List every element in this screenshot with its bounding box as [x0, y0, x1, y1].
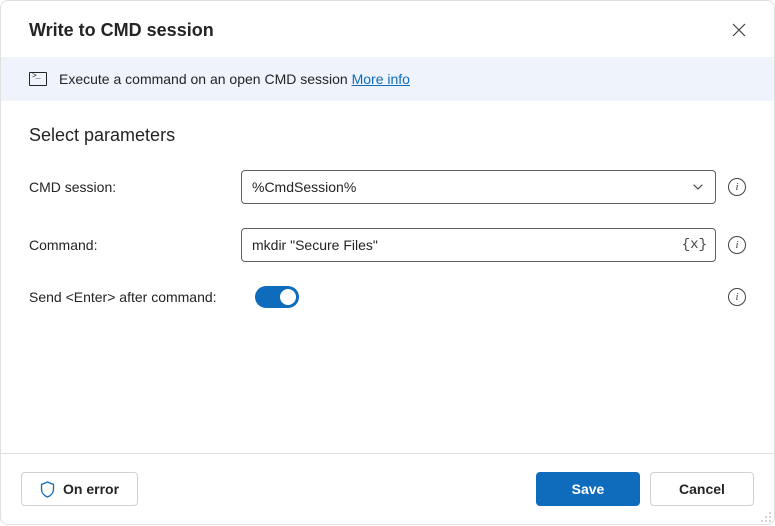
cmd-icon: [29, 72, 47, 86]
cmd-session-value: %CmdSession%: [252, 179, 356, 195]
on-error-button[interactable]: On error: [21, 472, 138, 506]
dialog-header: Write to CMD session: [1, 1, 774, 57]
info-banner: Execute a command on an open CMD session…: [1, 57, 774, 101]
cmd-session-row: CMD session: %CmdSession%: [29, 170, 746, 204]
shield-icon: [40, 481, 55, 498]
toggle-knob: [280, 289, 296, 305]
section-title: Select parameters: [29, 125, 746, 146]
on-error-label: On error: [63, 481, 119, 497]
save-label: Save: [572, 481, 605, 497]
send-enter-toggle[interactable]: [255, 286, 299, 308]
more-info-link[interactable]: More info: [352, 71, 410, 87]
cancel-button[interactable]: Cancel: [650, 472, 754, 506]
footer-actions: Save Cancel: [536, 472, 754, 506]
dialog-footer: On error Save Cancel: [1, 453, 774, 524]
send-enter-info-icon[interactable]: [728, 288, 746, 306]
banner-text: Execute a command on an open CMD session…: [59, 71, 410, 87]
save-button[interactable]: Save: [536, 472, 640, 506]
command-label: Command:: [29, 237, 229, 253]
resize-handle[interactable]: [760, 510, 772, 522]
chevron-down-icon: [691, 180, 705, 194]
command-input-wrapper: {x}: [241, 228, 716, 262]
dialog-title: Write to CMD session: [29, 20, 214, 41]
toggle-wrapper: [241, 286, 716, 308]
variable-icon[interactable]: {x}: [682, 237, 707, 253]
close-icon: [732, 23, 746, 37]
close-button[interactable]: [728, 19, 750, 41]
command-row: Command: {x}: [29, 228, 746, 262]
send-enter-label: Send <Enter> after command:: [29, 289, 229, 305]
cancel-label: Cancel: [679, 481, 725, 497]
cmd-session-info-icon[interactable]: [728, 178, 746, 196]
content-area: Select parameters CMD session: %CmdSessi…: [1, 101, 774, 453]
command-info-icon[interactable]: [728, 236, 746, 254]
command-input[interactable]: [252, 237, 682, 253]
cmd-session-label: CMD session:: [29, 179, 229, 195]
cmd-session-dropdown[interactable]: %CmdSession%: [241, 170, 716, 204]
banner-message: Execute a command on an open CMD session: [59, 71, 352, 87]
send-enter-row: Send <Enter> after command:: [29, 286, 746, 308]
